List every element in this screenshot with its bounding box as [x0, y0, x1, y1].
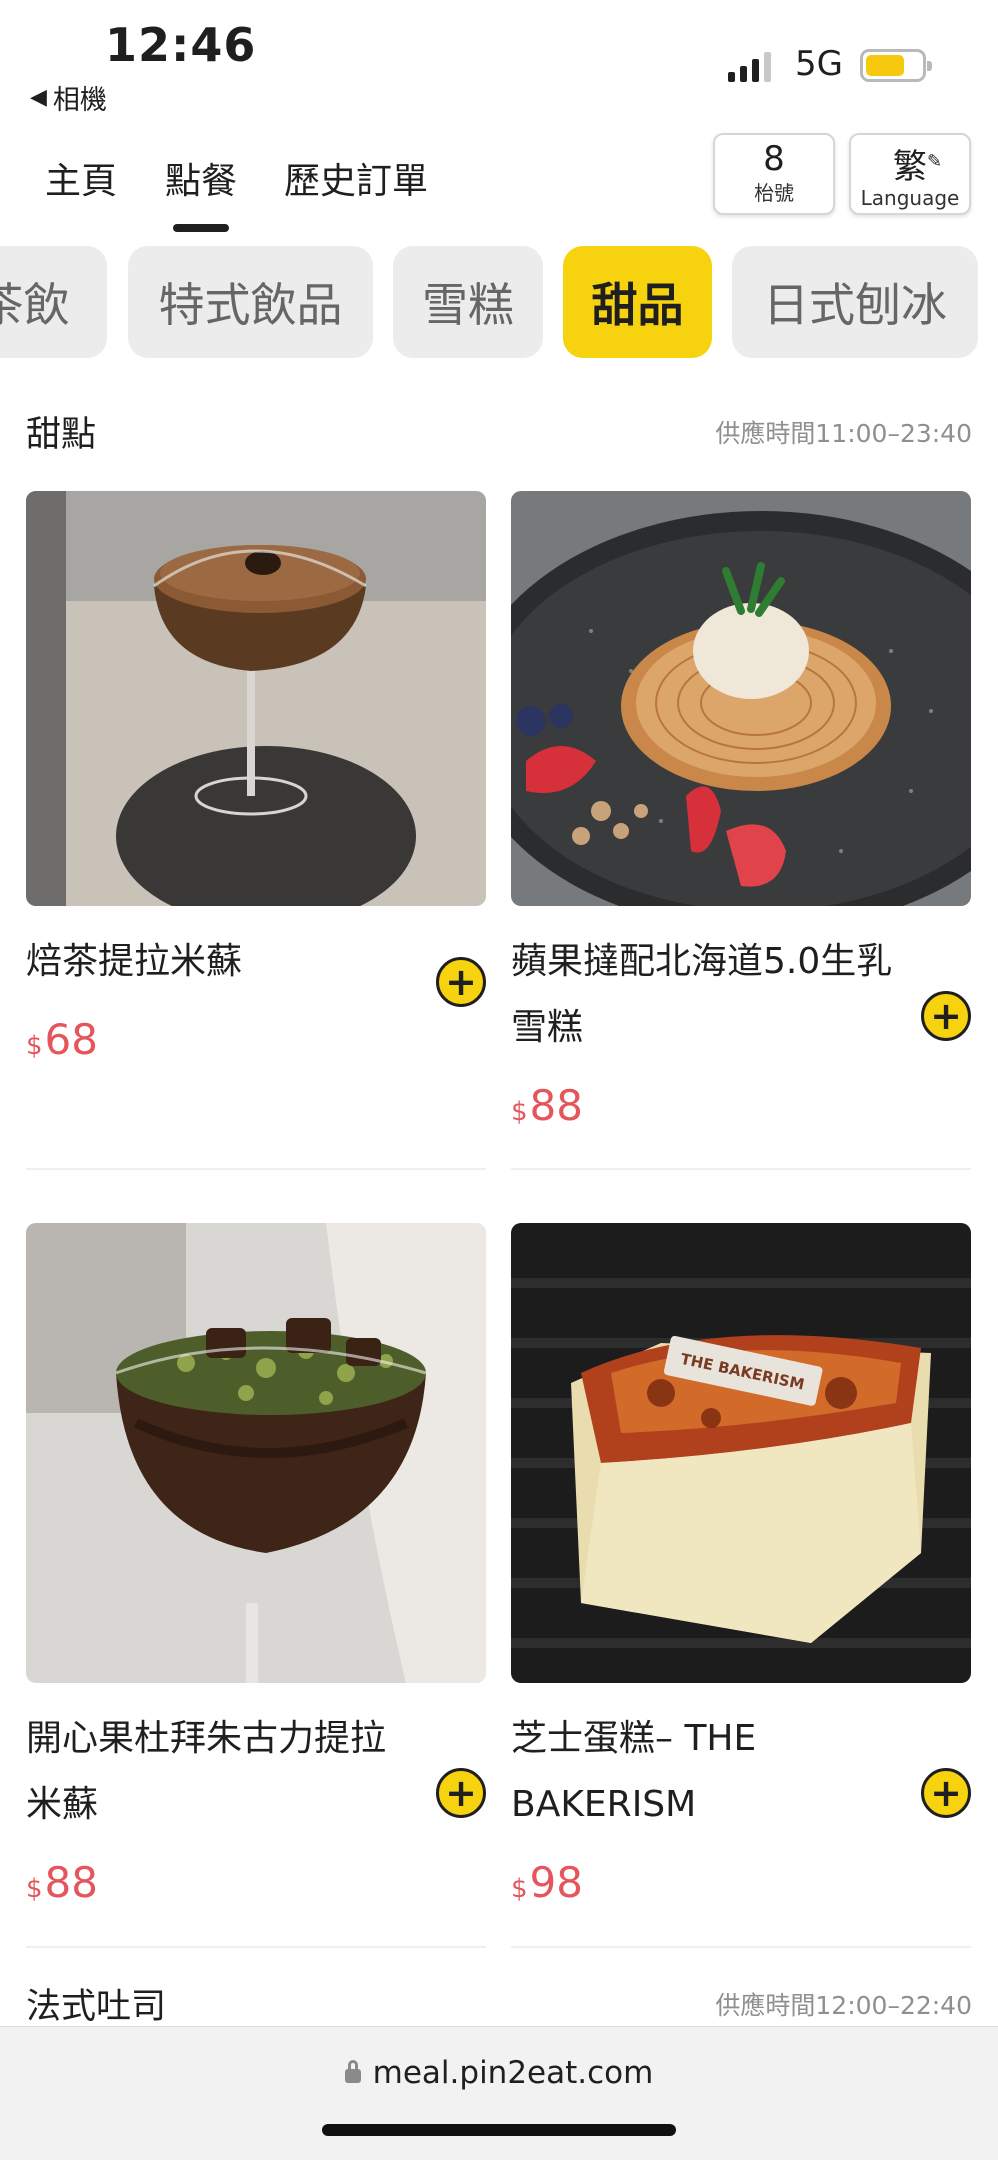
category-shaved-ice[interactable]: 日式刨冰: [732, 246, 978, 358]
status-bar: 12:46 ◀ 相機 5G: [0, 0, 998, 120]
price-value: 88: [529, 1081, 583, 1130]
plus-icon: +: [445, 1771, 477, 1815]
divider: [26, 1946, 486, 1948]
category-bar[interactable]: 茶飲 特式飲品 雪糕 甜品 日式刨冰: [0, 246, 998, 358]
pencil-icon: ✎: [927, 151, 943, 172]
product-card[interactable]: 開心果杜拜朱古力提拉米蘇 + $88: [26, 1223, 486, 1943]
category-ice-cream[interactable]: 雪糕: [393, 246, 543, 358]
url-display[interactable]: meal.pin2eat.com: [0, 2055, 998, 2091]
url-text: meal.pin2eat.com: [372, 2055, 654, 2091]
back-app-label: 相機: [52, 85, 107, 116]
table-number-label: 枱號: [754, 181, 794, 205]
divider: [511, 1946, 971, 1948]
price-value: 98: [529, 1858, 583, 1907]
tab-order[interactable]: 點餐: [165, 152, 237, 232]
section-title: 法式吐司: [26, 1987, 167, 2027]
product-photo[interactable]: THE BAKERISM: [511, 1223, 971, 1683]
back-to-app-link[interactable]: ◀ 相機: [30, 78, 107, 117]
divider: [511, 1168, 971, 1170]
battery-icon: [860, 49, 932, 82]
section-header: 甜點 供應時間11:00–23:40: [26, 406, 972, 457]
product-photo[interactable]: [26, 1223, 486, 1683]
product-name: 蘋果撻配北海道5.0生乳雪糕: [511, 941, 893, 1048]
section-hours: 供應時間12:00–22:40: [715, 1990, 972, 2020]
tab-home[interactable]: 主頁: [45, 152, 117, 204]
plus-icon: +: [930, 1771, 962, 1815]
currency-symbol: $: [511, 1097, 528, 1127]
cellular-signal-icon: [728, 50, 771, 82]
product-name: 芝士蛋糕– THE BAKERISM: [511, 1718, 757, 1825]
currency-symbol: $: [26, 1874, 43, 1904]
product-card[interactable]: THE BAKERISM 芝士蛋糕– THE BAKERISM + $98: [511, 1223, 971, 1943]
back-triangle-icon: ◀: [30, 85, 47, 110]
currency-symbol: $: [511, 1874, 528, 1904]
product-card[interactable]: 蘋果撻配北海道5.0生乳雪糕 + $88: [511, 491, 971, 1171]
table-number-button[interactable]: 8 枱號: [713, 133, 835, 215]
add-to-cart-button[interactable]: +: [436, 1768, 486, 1818]
section-title: 甜點: [26, 415, 97, 455]
price-value: 68: [44, 1015, 98, 1064]
product-photo[interactable]: [26, 491, 486, 906]
language-button[interactable]: 繁 ✎ Language: [849, 133, 971, 215]
product-photo[interactable]: [511, 491, 971, 906]
plus-icon: +: [930, 994, 962, 1038]
tab-order-history[interactable]: 歷史訂單: [284, 152, 428, 204]
product-price: $98: [511, 1858, 583, 1907]
table-number: 8: [763, 139, 785, 179]
product-price: $88: [511, 1081, 583, 1130]
divider: [26, 1168, 486, 1170]
language-char: 繁: [893, 147, 927, 187]
network-type: 5G: [795, 44, 843, 84]
product-price: $88: [26, 1858, 98, 1907]
product-name: 開心果杜拜朱古力提拉米蘇: [26, 1718, 387, 1825]
top-nav: 主頁 點餐 歷史訂單 8 枱號 繁 ✎ Language: [0, 130, 998, 235]
price-value: 88: [44, 1858, 98, 1907]
currency-symbol: $: [26, 1031, 43, 1061]
plus-icon: +: [445, 960, 477, 1004]
add-to-cart-button[interactable]: +: [436, 957, 486, 1007]
category-tea[interactable]: 茶飲: [0, 246, 107, 358]
browser-url-bar[interactable]: meal.pin2eat.com: [0, 2026, 998, 2160]
home-indicator[interactable]: [322, 2124, 676, 2136]
clock: 12:46: [105, 18, 257, 72]
section-header: 法式吐司 供應時間12:00–22:40: [26, 1978, 972, 2029]
product-name: 焙茶提拉米蘇: [26, 941, 243, 982]
section-hours: 供應時間11:00–23:40: [715, 418, 972, 448]
category-special-drinks[interactable]: 特式飲品: [128, 246, 373, 358]
product-card[interactable]: 焙茶提拉米蘇 + $68: [26, 491, 486, 1171]
product-price: $68: [26, 1015, 98, 1064]
add-to-cart-button[interactable]: +: [921, 1768, 971, 1818]
category-desserts[interactable]: 甜品: [563, 246, 712, 358]
language-label: Language: [860, 186, 960, 210]
lock-icon: [344, 2060, 361, 2083]
add-to-cart-button[interactable]: +: [921, 991, 971, 1041]
